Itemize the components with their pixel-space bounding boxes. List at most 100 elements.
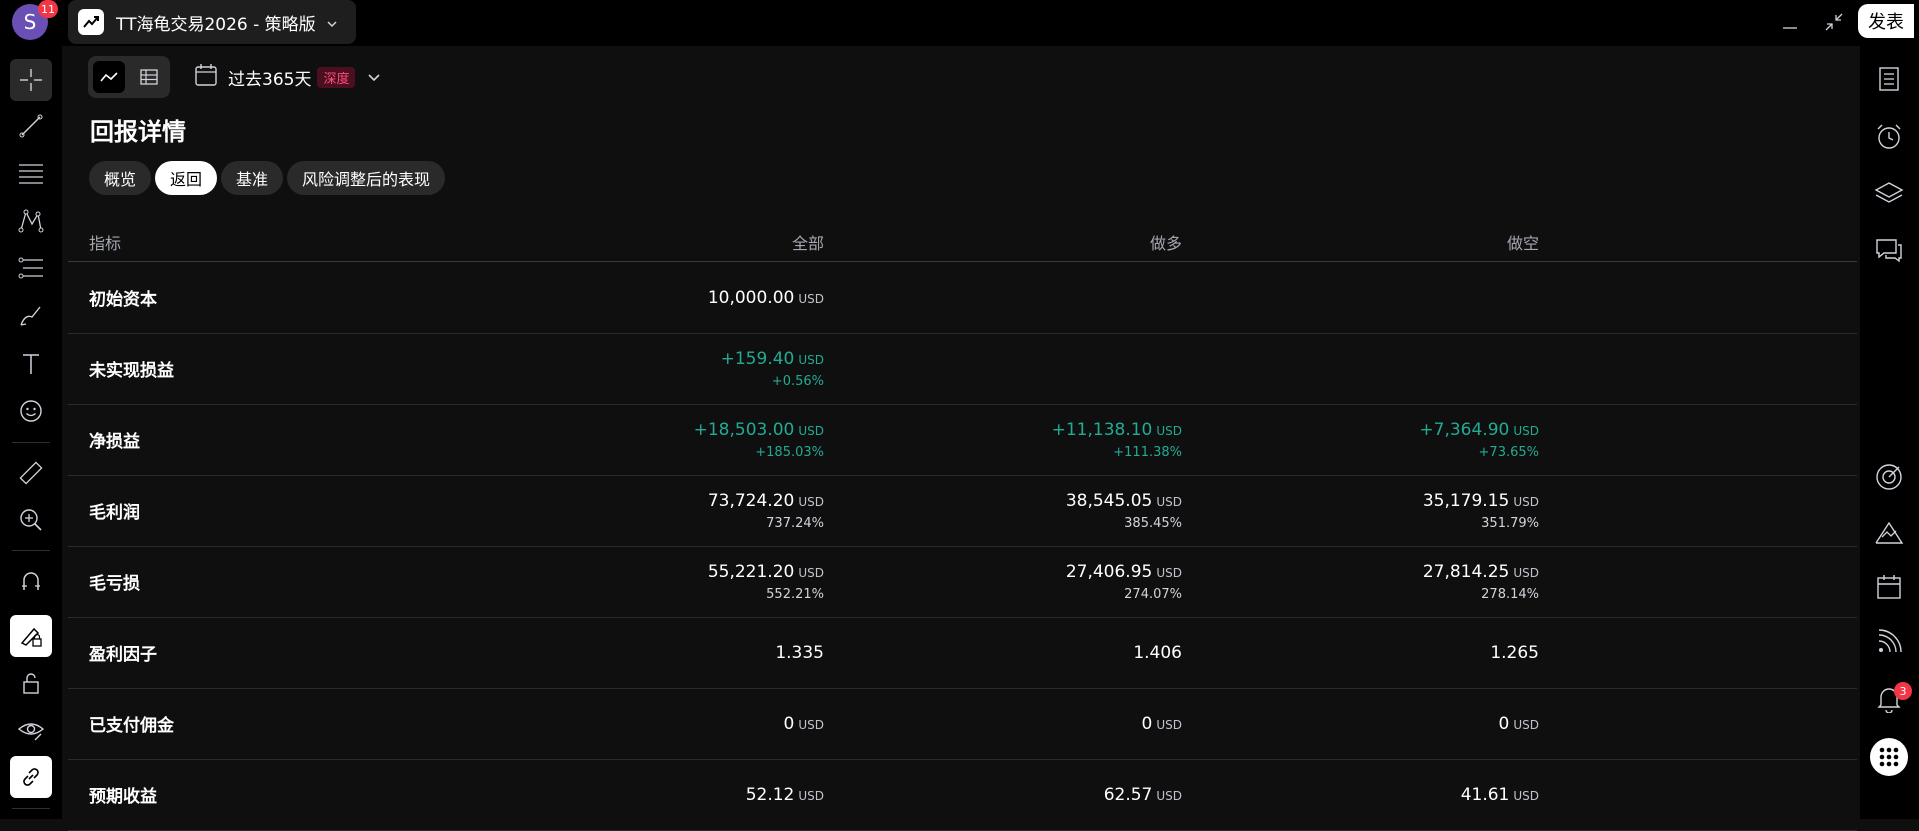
value: +11,138.10 bbox=[1051, 419, 1153, 440]
metric-label: 预期收益 bbox=[89, 787, 157, 807]
collapse-icon[interactable] bbox=[1820, 10, 1848, 34]
unit: USD bbox=[798, 565, 824, 580]
minimize-icon[interactable] bbox=[1776, 10, 1804, 34]
unit: USD bbox=[798, 494, 824, 509]
strategy-report-panel: 过去365天 深度 回报详情 概览 返回 基准 风险调整后的表现 指标 全部 做… bbox=[68, 46, 1857, 831]
fib-levels-icon[interactable] bbox=[10, 152, 52, 194]
cell-long: 38,545.05 USD 385.45% bbox=[1066, 475, 1182, 546]
alarm-clock-icon[interactable] bbox=[1868, 116, 1910, 158]
layers-icon[interactable] bbox=[1868, 172, 1910, 214]
ruler-icon[interactable] bbox=[10, 452, 52, 494]
ideas-icon[interactable] bbox=[1868, 512, 1910, 554]
eye-icon[interactable] bbox=[10, 709, 52, 751]
calendar-icon[interactable] bbox=[1868, 566, 1910, 608]
chevron-down-icon[interactable] bbox=[367, 68, 381, 87]
tab-title: TT海龟交易2026 - 策略版 bbox=[116, 14, 316, 35]
notifications-bell-icon[interactable]: 3 bbox=[1868, 678, 1912, 720]
chart-tab[interactable]: TT海龟交易2026 - 策略版 bbox=[68, 0, 356, 44]
unit: USD bbox=[798, 717, 824, 732]
percent: 552.21% bbox=[766, 586, 824, 602]
unit: USD bbox=[1156, 717, 1182, 732]
cell-short: 1.265 bbox=[1490, 617, 1539, 688]
cell-short: 0 USD bbox=[1499, 688, 1539, 759]
table-row: 毛亏损 55,221.20 USD 552.21% 27,406.95 USD 27… bbox=[68, 546, 1857, 618]
chevron-down-icon[interactable] bbox=[326, 13, 338, 32]
apps-grid-icon[interactable] bbox=[1868, 736, 1910, 778]
metric-label: 毛利润 bbox=[89, 503, 140, 523]
right-sidebar: 3 bbox=[1860, 46, 1919, 819]
user-menu[interactable]: S 11 bbox=[12, 0, 58, 42]
unit: USD bbox=[1513, 788, 1539, 803]
tab-risk-adjusted[interactable]: 风险调整后的表现 bbox=[287, 161, 446, 195]
link-icon[interactable] bbox=[10, 756, 52, 798]
value: 38,545.05 bbox=[1065, 490, 1153, 511]
pattern-icon[interactable] bbox=[10, 200, 52, 242]
unit: USD bbox=[1513, 565, 1539, 580]
value: 1.335 bbox=[775, 642, 824, 663]
percent: +111.38% bbox=[1113, 444, 1182, 460]
crosshair-icon[interactable] bbox=[10, 59, 52, 101]
magnet-icon[interactable] bbox=[10, 560, 52, 602]
draw-mode-lock-icon[interactable] bbox=[10, 615, 52, 657]
cell-all: 0 USD bbox=[784, 688, 824, 759]
value: 35,179.15 bbox=[1422, 490, 1510, 511]
publish-button[interactable]: 发表 bbox=[1858, 4, 1914, 38]
brush-icon[interactable] bbox=[10, 295, 52, 337]
table-row: 预期收益 52.12 USD 62.57 USD 41.61 USD bbox=[68, 759, 1857, 831]
column-header-all: 全部 bbox=[791, 234, 824, 253]
left-toolbar bbox=[0, 46, 62, 819]
unit: USD bbox=[1513, 717, 1539, 732]
unit: USD bbox=[1156, 565, 1182, 580]
broadcast-icon[interactable] bbox=[1868, 621, 1910, 663]
unit: USD bbox=[1156, 423, 1182, 438]
trend-line-icon[interactable] bbox=[10, 105, 52, 147]
page-title: 回报详情 bbox=[90, 118, 186, 146]
chart-view-icon[interactable] bbox=[93, 61, 125, 93]
cell-short: 41.61 USD bbox=[1461, 759, 1539, 830]
value: 52.12 bbox=[745, 784, 795, 805]
chat-icon[interactable] bbox=[1868, 229, 1910, 271]
cell-all: +159.40 USD +0.56% bbox=[721, 333, 824, 404]
value: 27,814.25 bbox=[1422, 561, 1510, 582]
table-view-icon[interactable] bbox=[133, 61, 165, 93]
emoji-icon[interactable] bbox=[10, 390, 52, 432]
cell-short: 27,814.25 USD 278.14% bbox=[1423, 546, 1539, 617]
tab-returns[interactable]: 返回 bbox=[155, 161, 218, 195]
forecast-icon[interactable] bbox=[10, 247, 52, 289]
table-row: 初始资本 10,000.00 USD bbox=[68, 262, 1857, 334]
text-icon[interactable] bbox=[10, 343, 52, 385]
unit: USD bbox=[798, 788, 824, 803]
percent: +73.65% bbox=[1478, 444, 1539, 460]
notification-badge: 3 bbox=[1894, 682, 1912, 700]
watchlist-icon[interactable] bbox=[1868, 58, 1910, 100]
target-icon[interactable] bbox=[1868, 456, 1910, 498]
metric-label: 已支付佣金 bbox=[89, 716, 174, 736]
value: 73,724.20 bbox=[707, 490, 795, 511]
divider bbox=[12, 808, 50, 809]
table-row: 未实现损益 +159.40 USD +0.56% bbox=[68, 333, 1857, 405]
cell-short: +7,364.90 USD +73.65% bbox=[1419, 404, 1539, 475]
value: 27,406.95 bbox=[1065, 561, 1153, 582]
cell-all: 73,724.20 USD 737.24% bbox=[708, 475, 824, 546]
value: 10,000.00 bbox=[707, 287, 795, 308]
cell-all: 1.335 bbox=[775, 617, 824, 688]
cell-long: +11,138.10 USD +111.38% bbox=[1052, 404, 1182, 475]
unit: USD bbox=[798, 291, 824, 306]
value: 0 bbox=[1498, 713, 1510, 734]
unlock-icon[interactable] bbox=[10, 662, 52, 704]
zoom-in-icon[interactable] bbox=[10, 499, 52, 541]
unit: USD bbox=[1513, 423, 1539, 438]
view-toggle bbox=[88, 56, 170, 98]
cell-all: 55,221.20 USD 552.21% bbox=[708, 546, 824, 617]
table-header: 指标 全部 做多 做空 bbox=[68, 216, 1857, 262]
metric-label: 盈利因子 bbox=[89, 645, 157, 665]
cell-long: 62.57 USD bbox=[1104, 759, 1182, 830]
value: 0 bbox=[783, 713, 795, 734]
deep-badge: 深度 bbox=[317, 66, 356, 88]
tab-overview[interactable]: 概览 bbox=[89, 161, 152, 195]
divider bbox=[12, 442, 50, 443]
unit: USD bbox=[1513, 494, 1539, 509]
value: +7,364.90 bbox=[1419, 419, 1510, 440]
tab-benchmark[interactable]: 基准 bbox=[221, 161, 284, 195]
date-range-selector[interactable]: 过去365天 深度 bbox=[194, 60, 381, 94]
